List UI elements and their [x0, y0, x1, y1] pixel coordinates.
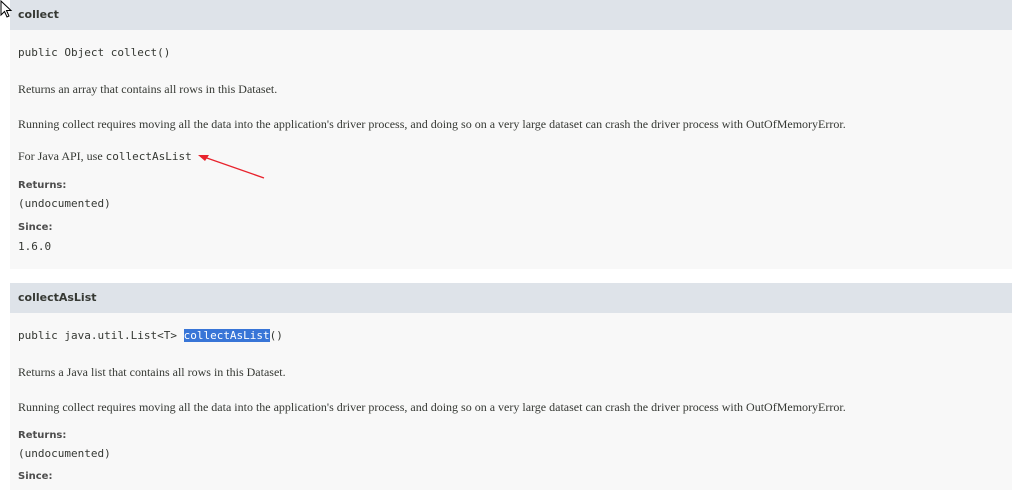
mouse-pointer-icon — [0, 0, 13, 18]
annotation-arrow — [198, 155, 265, 179]
